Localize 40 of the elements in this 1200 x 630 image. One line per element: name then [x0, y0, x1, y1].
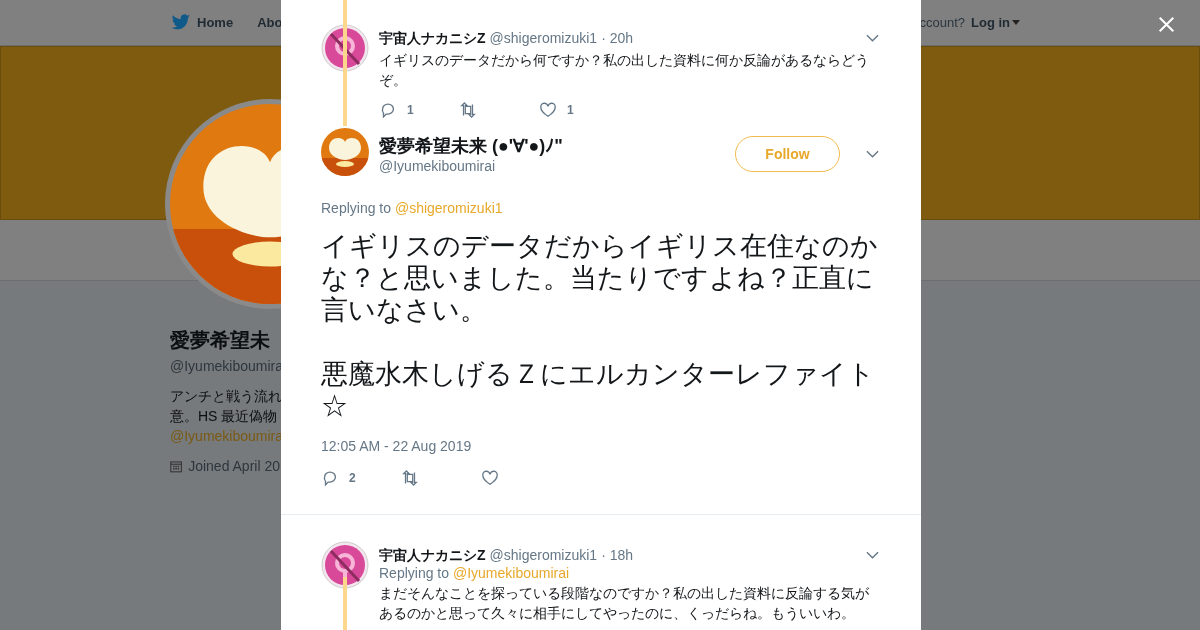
retweet-icon[interactable]	[401, 469, 419, 487]
reply-count: 1	[407, 103, 414, 117]
close-icon[interactable]	[1158, 16, 1175, 33]
author-handle[interactable]: @shigeromizuki1	[489, 30, 598, 46]
login-link[interactable]: Log in	[971, 15, 1020, 30]
profile-name: 愛夢希望未	[170, 328, 271, 353]
replying-label: Replying to	[321, 200, 392, 216]
tweet-time[interactable]: · 20h	[601, 30, 634, 46]
tweet-paragraph: 悪魔水木しげるＺにエルカンターレファイト☆	[321, 358, 876, 422]
about-link[interactable]: Abo	[257, 15, 283, 30]
chevron-icon[interactable]	[866, 150, 879, 158]
reply-count: 2	[349, 471, 356, 485]
author-name[interactable]: 愛夢希望未来 (●'∀'●)ﾉ"	[379, 134, 725, 158]
tweet-paragraph: イギリスのデータだからイギリス在住なのかな？と思いました。当たりですよね？正直に言いなさい。	[321, 230, 879, 326]
bio-line: アンチと戦う流れ	[170, 387, 280, 406]
joined-date: Joined April 20	[188, 458, 280, 474]
like-count: 1	[567, 103, 574, 117]
calendar-icon	[170, 458, 183, 474]
tweet-timestamp: 12:05 AM - 22 Aug 2019	[321, 438, 473, 454]
heart-icon[interactable]	[539, 101, 557, 119]
tweet-time[interactable]: · 18h	[601, 547, 634, 563]
author-name[interactable]: 宇宙人ナカニシZ	[379, 30, 486, 48]
author-handle[interactable]: @shigeromizuki1	[489, 547, 598, 563]
bio-line: 意。HS 最近偽物	[170, 407, 279, 426]
tweet-text: まだそんなことを探っている段階なのですか？私の出した資料に反論する気があるのかと思って久々に相手にしてやったのに、くっだらね。もういいわ。	[379, 584, 870, 623]
chevron-icon[interactable]	[866, 551, 879, 559]
replying-label: Replying to	[379, 565, 450, 581]
caret-icon	[1012, 20, 1020, 25]
chevron-icon[interactable]	[866, 34, 879, 42]
reply-icon[interactable]	[321, 469, 339, 487]
bird-icon	[171, 14, 191, 31]
home-link[interactable]: Home	[197, 15, 234, 30]
author-name[interactable]: 宇宙人ナカニシZ	[379, 547, 486, 565]
profile-handle: @Iyumekiboumira	[170, 358, 280, 374]
author-handle[interactable]: @Iyumekiboumirai	[379, 158, 725, 174]
retweet-icon[interactable]	[459, 101, 477, 119]
login-prompt: ccount?	[919, 15, 965, 30]
reply-icon[interactable]	[379, 101, 397, 119]
heart-icon[interactable]	[481, 469, 499, 487]
tweet-text: イギリスのデータだから何ですか？私の出した資料に何か反論があるならどうぞ。	[379, 51, 870, 90]
